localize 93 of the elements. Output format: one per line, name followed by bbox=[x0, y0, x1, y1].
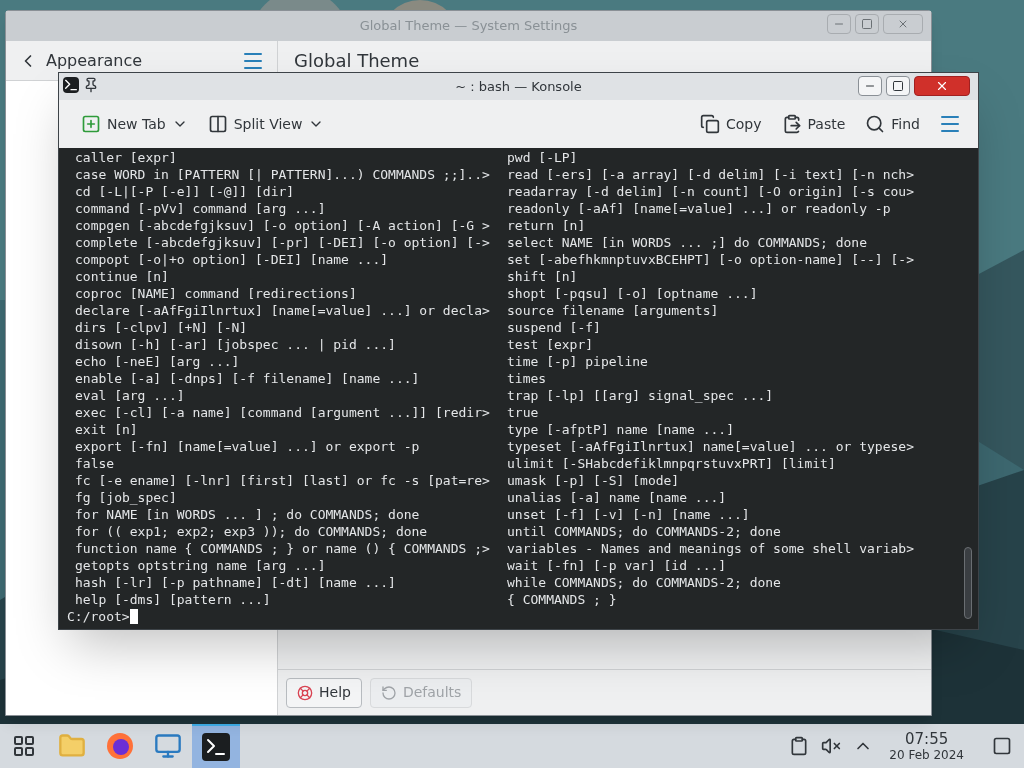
terminal-line: pwd [-LP] bbox=[507, 149, 578, 166]
terminal-line: umask [-p] [-S] [mode] bbox=[507, 472, 680, 489]
sidebar-title: Appearance bbox=[46, 49, 144, 72]
terminal-line: export [-fn] [name[=value] ...] or export -p bbox=[75, 438, 420, 455]
clipboard-icon[interactable] bbox=[789, 736, 810, 756]
terminal-line: help [-dms] [pattern ...] bbox=[75, 591, 271, 608]
toolbar-button[interactable]: Paste bbox=[775, 108, 852, 140]
terminal-line: false bbox=[75, 455, 115, 472]
toolbar-button[interactable]: Copy bbox=[694, 108, 768, 140]
terminal-line: source filename [arguments] bbox=[507, 302, 719, 319]
copy-icon bbox=[700, 114, 720, 134]
terminal-line: type [-afptP] name [name ...] bbox=[507, 421, 734, 438]
terminal-line: eval [arg ...] bbox=[75, 387, 185, 404]
terminal-line: while COMMANDS; do COMMANDS-2; done bbox=[507, 574, 781, 591]
terminal-line: { COMMANDS ; } bbox=[507, 591, 617, 608]
folder-icon bbox=[58, 732, 86, 760]
terminal-line: hash [-lr] [-p pathname] [-dt] [name ...] bbox=[75, 574, 396, 591]
terminal-line: readarray [-d delim] [-n count] [-O origin] [-s cou> bbox=[507, 183, 914, 200]
terminal-icon bbox=[63, 77, 79, 93]
terminal-line: typeset [-aAfFgiIlnrtux] name[=value] ... or typese> bbox=[507, 438, 914, 455]
terminal-line: fc [-e ename] [-lnr] [first] [last] or fc -s [pat=re> bbox=[75, 472, 490, 489]
terminal-line: set [-abefhkmnptuvxBCEHPT] [-o option-name] [--] [-> bbox=[507, 251, 914, 268]
show-desktop-icon[interactable] bbox=[992, 736, 1012, 756]
maximize-icon bbox=[861, 18, 873, 30]
help-icon bbox=[297, 684, 313, 701]
terminal-line: getopts optstring name [arg ...] bbox=[75, 557, 326, 574]
window-title: Global Theme — System Settings bbox=[359, 17, 578, 36]
terminal-line: exec [-cl] [-a name] [command [argument ...]] [redir> bbox=[75, 404, 490, 421]
terminal-line: declare [-aAfFgiIlnrtux] [name[=value] ...] or decla> bbox=[75, 302, 490, 319]
muted-speaker-icon[interactable] bbox=[821, 736, 842, 756]
terminal-line: true bbox=[507, 404, 539, 421]
browser-icon bbox=[105, 731, 135, 761]
clock-time: 07:55 bbox=[905, 730, 949, 748]
terminal-line: fg [job_spec] bbox=[75, 489, 177, 506]
terminal-line: until COMMANDS; do COMMANDS-2; done bbox=[507, 523, 781, 540]
launcher-icon bbox=[12, 734, 36, 758]
terminal-line: test [expr] bbox=[507, 336, 594, 353]
close-button[interactable] bbox=[914, 76, 970, 96]
terminal-icon bbox=[202, 733, 230, 761]
terminal-line: caller [expr] bbox=[75, 149, 177, 166]
new-tab-icon bbox=[81, 114, 101, 134]
terminal-line: unalias [-a] name [name ...] bbox=[507, 489, 727, 506]
scrollbar-thumb[interactable] bbox=[964, 547, 972, 619]
terminal-line: echo [-neE] [arg ...] bbox=[75, 353, 240, 370]
settings-icon bbox=[154, 732, 182, 760]
maximize-icon bbox=[892, 80, 904, 92]
toolbar-button[interactable]: New Tab bbox=[75, 108, 194, 140]
reset-icon bbox=[380, 684, 397, 701]
terminal-line: suspend [-f] bbox=[507, 319, 601, 336]
terminal-line: read [-ers] [-a array] [-d delim] [-i text] [-n nch> bbox=[507, 166, 914, 183]
terminal-line: continue [n] bbox=[75, 268, 169, 285]
page-title: Global Theme bbox=[294, 49, 420, 73]
terminal-line: disown [-h] [-ar] [jobspec ... | pid ...] bbox=[75, 336, 396, 353]
terminal-line: command [-pVv] command [arg ...] bbox=[75, 200, 326, 217]
terminal-line: enable [-a] [-dnps] [-f filename] [name ...] bbox=[75, 370, 420, 387]
terminal-line: dirs [-clpv] [+N] [-N] bbox=[75, 319, 248, 336]
window-title: ~ : bash — Konsole bbox=[455, 77, 582, 96]
terminal-line: complete [-abcdefgjksuv] [-pr] [-DEI] [-o option] [-> bbox=[75, 234, 490, 251]
maximize-button[interactable] bbox=[886, 76, 910, 96]
terminal-line: coproc [NAME] command [redirections] bbox=[75, 285, 357, 302]
split-view-icon bbox=[207, 114, 228, 134]
clock[interactable]: 07:55 20 Feb 2024 bbox=[885, 730, 968, 762]
terminal-line: times bbox=[507, 370, 547, 387]
terminal-line: wait [-fn] [-p var] [id ...] bbox=[507, 557, 727, 574]
terminal-line: compopt [-o|+o option] [-DEI] [name ...] bbox=[75, 251, 389, 268]
terminal-line: trap [-lp] [[arg] signal_spec ...] bbox=[507, 387, 774, 404]
terminal-line: ulimit [-SHabcdefiklmnpqrstuvxPRT] [limit] bbox=[507, 455, 836, 472]
terminal-line: cd [-L|[-P [-e]] [-@]] [dir] bbox=[75, 183, 295, 200]
prompt: C:/root> bbox=[67, 608, 130, 625]
cursor bbox=[129, 609, 138, 624]
taskbar-app[interactable] bbox=[192, 724, 240, 768]
toolbar-button[interactable]: Split View bbox=[201, 108, 331, 140]
terminal-line: exit [n] bbox=[75, 421, 138, 438]
search-icon bbox=[865, 114, 886, 134]
terminal-line: shopt [-pqsu] [-o] [optname ...] bbox=[507, 285, 758, 302]
terminal-line: for NAME [in WORDS ... ] ; do COMMANDS; done bbox=[75, 506, 420, 523]
terminal-line: compgen [-abcdefgjksuv] [-o option] [-A action] [-G > bbox=[75, 217, 490, 234]
close-icon bbox=[935, 79, 949, 93]
terminal-line: function name { COMMANDS ; } or name () { COMMANDS ;> bbox=[75, 540, 490, 557]
toolbar-button[interactable]: Find bbox=[859, 108, 926, 140]
terminal-line: variables - Names and meanings of some shell variab> bbox=[507, 540, 914, 557]
terminal-line: return [n] bbox=[507, 217, 586, 234]
pin-icon[interactable] bbox=[83, 77, 99, 93]
terminal-line: unset [-f] [-v] [-n] [name ...] bbox=[507, 506, 750, 523]
terminal-line: for (( exp1; exp2; exp3 )); do COMMANDS; done bbox=[75, 523, 428, 540]
terminal-line: case WORD in [PATTERN [| PATTERN]...) COMMANDS ;;]..> bbox=[75, 166, 490, 183]
terminal-line: shift [n] bbox=[507, 268, 578, 285]
terminal-line: select NAME [in WORDS ... ;] do COMMANDS; done bbox=[507, 234, 868, 251]
clock-date: 20 Feb 2024 bbox=[889, 747, 964, 762]
terminal-line: readonly [-aAf] [name[=value] ...] or readonly -p bbox=[507, 200, 891, 217]
help-button[interactable]: Help bbox=[286, 677, 362, 708]
close-icon bbox=[897, 18, 909, 30]
terminal-line: time [-p] pipeline bbox=[507, 353, 648, 370]
